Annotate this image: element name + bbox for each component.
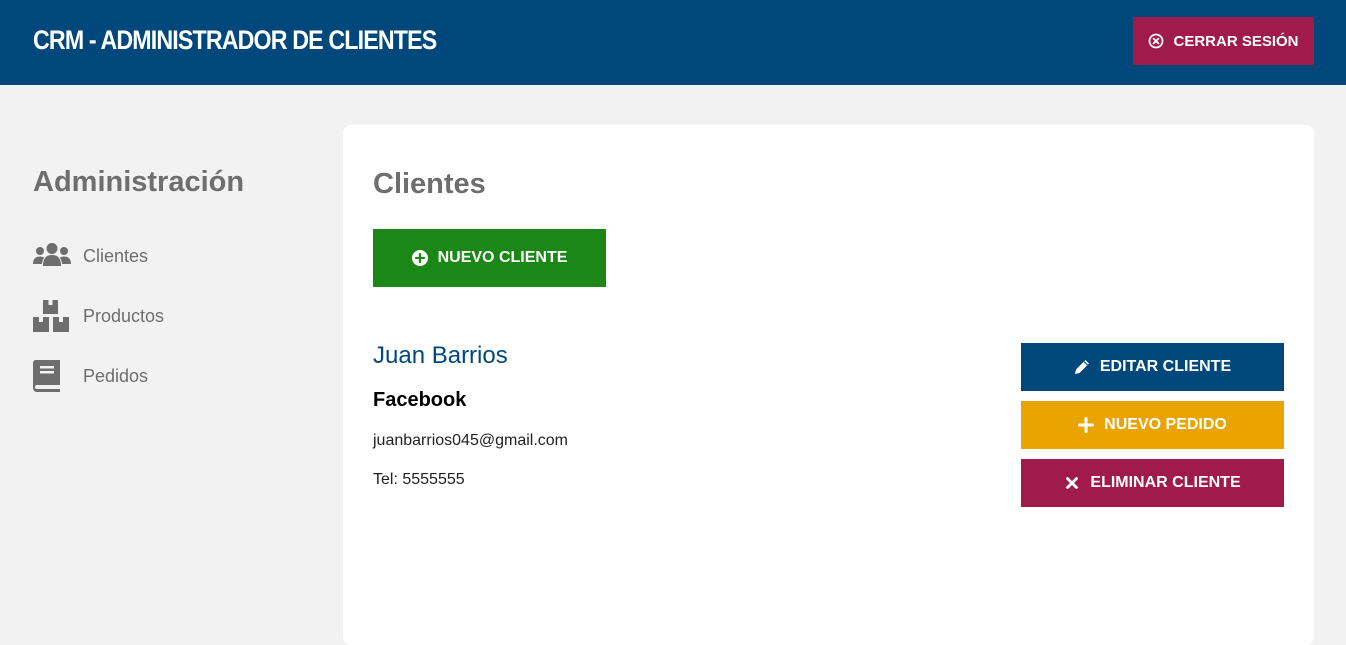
sidebar-item-pedidos[interactable]: Pedidos	[33, 359, 293, 393]
page-title: Clientes	[373, 168, 486, 200]
client-company: Facebook	[373, 389, 467, 411]
delete-client-label: ELIMINAR CLIENTE	[1090, 474, 1241, 491]
plus-circle-icon	[411, 250, 428, 266]
top-header: CRM - ADMINISTRADOR DE CLIENTES CERRAR S…	[0, 0, 1346, 85]
new-order-label: NUEVO PEDIDO	[1104, 416, 1227, 433]
client-phone: Tel: 5555555	[373, 471, 465, 488]
logout-label: CERRAR SESIÓN	[1173, 32, 1299, 50]
sidebar-title: Administración	[33, 166, 245, 198]
app-title: CRM - ADMINISTRADOR DE CLIENTES	[33, 25, 437, 55]
close-icon	[1064, 475, 1080, 491]
new-order-button[interactable]: NUEVO PEDIDO	[1021, 401, 1284, 449]
pencil-icon	[1074, 359, 1090, 375]
plus-icon	[1078, 417, 1095, 433]
book-icon	[33, 359, 71, 393]
users-icon	[33, 239, 71, 273]
sidebar-item-label: Productos	[83, 305, 165, 326]
new-client-label: NUEVO CLIENTE	[437, 249, 568, 266]
delete-client-button[interactable]: ELIMINAR CLIENTE	[1021, 459, 1284, 507]
logout-button[interactable]: CERRAR SESIÓN	[1133, 17, 1314, 65]
sidebar-item-productos[interactable]: Productos	[33, 299, 293, 333]
client-email: juanbarrios045@gmail.com	[373, 432, 568, 449]
boxes-icon	[33, 299, 71, 333]
sidebar-item-clientes[interactable]: Clientes	[33, 239, 293, 273]
edit-client-button[interactable]: EDITAR CLIENTE	[1021, 343, 1284, 391]
circle-x-icon	[1148, 33, 1164, 49]
new-client-button[interactable]: NUEVO CLIENTE	[373, 229, 606, 287]
client-name: Juan Barrios	[373, 342, 508, 369]
edit-client-label: EDITAR CLIENTE	[1099, 358, 1232, 375]
sidebar-item-label: Clientes	[83, 245, 149, 266]
sidebar-item-label: Pedidos	[83, 365, 149, 386]
